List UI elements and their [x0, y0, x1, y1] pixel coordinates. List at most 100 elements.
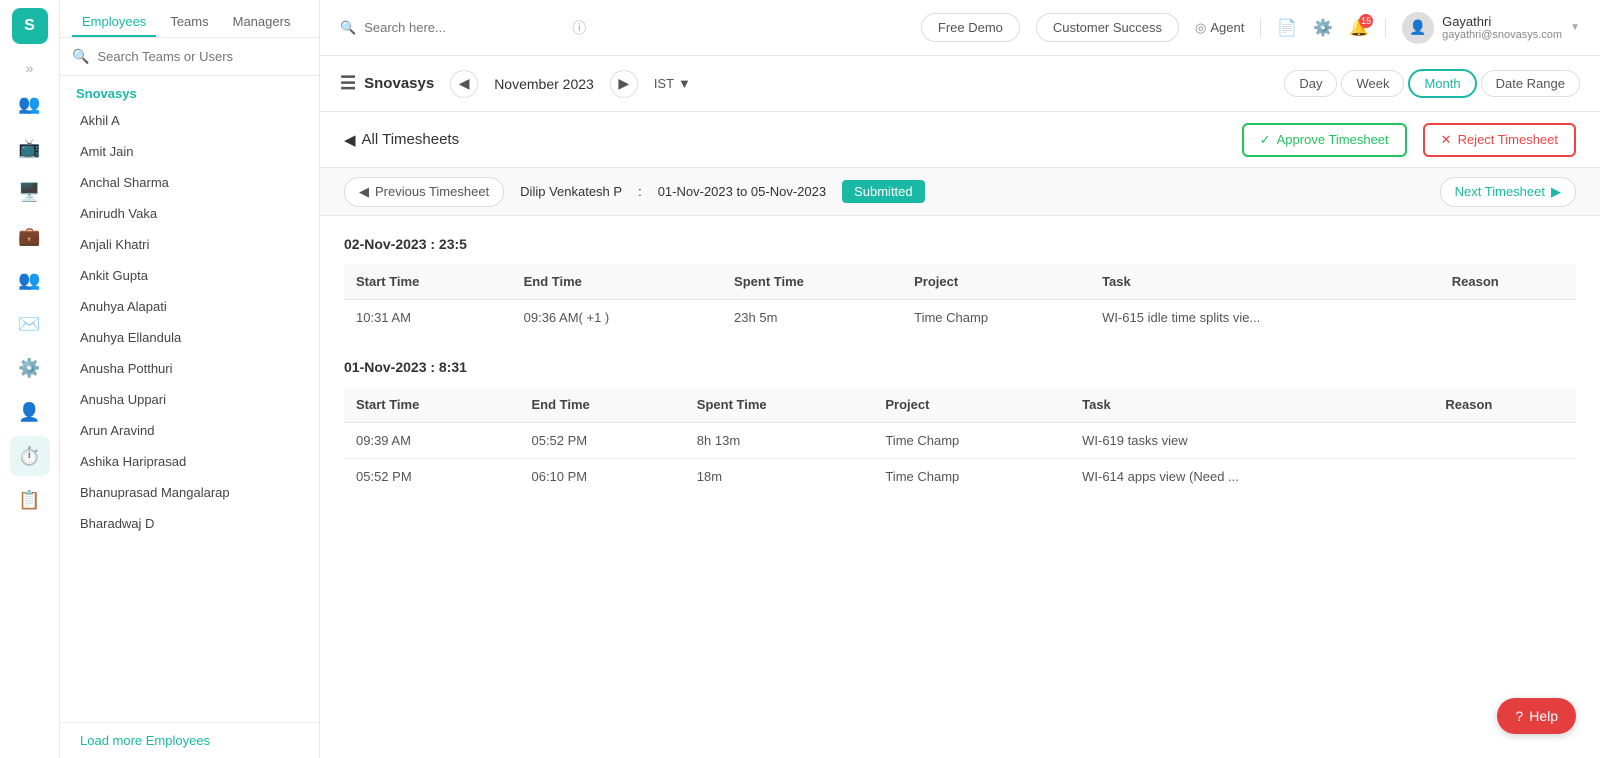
customer-success-button[interactable]: Customer Success: [1036, 13, 1179, 42]
list-item[interactable]: Arun Aravind: [60, 415, 319, 446]
user-email: gayathri@snovasys.com: [1442, 29, 1562, 41]
date-heading: 01-Nov-2023 : 8:31: [344, 359, 1576, 375]
prev-arrow-icon: ◀: [359, 184, 369, 200]
top-header: 🔍 ⓘ Free Demo Customer Success ◎ Agent 📄…: [320, 0, 1600, 56]
tab-teams[interactable]: Teams: [160, 8, 218, 37]
table-cell-start_time: 09:39 AM: [344, 423, 519, 459]
next-timesheet-button[interactable]: Next Timesheet ▶: [1440, 177, 1576, 207]
document-icon-area[interactable]: 📄: [1277, 18, 1297, 38]
previous-timesheet-button[interactable]: ◀ Previous Timesheet: [344, 177, 504, 207]
list-item[interactable]: Anusha Uppari: [60, 384, 319, 415]
nav-icon-team[interactable]: 👥: [10, 260, 50, 300]
nav-icon-users[interactable]: 👥: [10, 84, 50, 124]
list-item[interactable]: Anuhya Ellandula: [60, 322, 319, 353]
table-header: End Time: [512, 264, 722, 300]
all-timesheets-label: All Timesheets: [362, 131, 460, 148]
table-header: Start Time: [344, 387, 519, 423]
help-button[interactable]: ? Help: [1497, 698, 1576, 734]
settings-icon-area[interactable]: ⚙️: [1313, 18, 1333, 38]
nav-icon-briefcase[interactable]: 💼: [10, 216, 50, 256]
view-week-button[interactable]: Week: [1341, 70, 1404, 97]
table-header: Reason: [1440, 264, 1576, 300]
table-row: 05:52 PM06:10 PM18mTime ChampWI-614 apps…: [344, 459, 1576, 495]
list-item[interactable]: Ankit Gupta: [60, 260, 319, 291]
table-header: Reason: [1433, 387, 1576, 423]
expand-nav-icon[interactable]: »: [22, 56, 38, 80]
list-item[interactable]: Anchal Sharma: [60, 167, 319, 198]
top-search-input[interactable]: [364, 20, 564, 35]
table-cell-task: WI-619 tasks view: [1070, 423, 1433, 459]
time-table: Start TimeEnd TimeSpent TimeProjectTaskR…: [344, 387, 1576, 494]
table-cell-spent_time: 8h 13m: [685, 423, 874, 459]
table-row: 09:39 AM05:52 PM8h 13mTime ChampWI-619 t…: [344, 423, 1576, 459]
hamburger-icon[interactable]: ☰: [340, 73, 356, 94]
nav-icon-doc[interactable]: 📋: [10, 480, 50, 520]
agent-label: Agent: [1210, 20, 1244, 35]
approve-timesheet-button[interactable]: ✓ Approve Timesheet: [1242, 123, 1407, 157]
user-avatar: 👤: [1402, 12, 1434, 44]
table-cell-start_time: 05:52 PM: [344, 459, 519, 495]
table-header: Spent Time: [685, 387, 874, 423]
view-controls: Day Week Month Date Range: [1284, 69, 1580, 98]
list-item[interactable]: Anjali Khatri: [60, 229, 319, 260]
prev-month-button[interactable]: ◀: [450, 70, 478, 98]
table-cell-reason: [1433, 459, 1576, 495]
search-input[interactable]: [97, 49, 307, 64]
date-range: 01-Nov-2023 to 05-Nov-2023: [658, 184, 826, 199]
help-icon: ?: [1515, 708, 1523, 724]
nav-icon-person[interactable]: 👤: [10, 392, 50, 432]
table-header: End Time: [519, 387, 684, 423]
timesheet-nav: ◀ Previous Timesheet Dilip Venkatesh P :…: [320, 168, 1600, 216]
notification-icon-area[interactable]: 🔔 15: [1349, 18, 1369, 38]
top-search-area: 🔍 ⓘ: [340, 18, 640, 38]
nav-icon-gear[interactable]: ⚙️: [10, 348, 50, 388]
free-demo-button[interactable]: Free Demo: [921, 13, 1020, 42]
month-display: November 2023: [494, 76, 594, 92]
sidebar: Employees Teams Managers 🔍 Snovasys Akhi…: [60, 0, 320, 758]
table-cell-spent_time: 23h 5m: [722, 300, 902, 336]
search-icon: 🔍: [72, 48, 89, 65]
table-cell-end_time: 06:10 PM: [519, 459, 684, 495]
date-section: 02-Nov-2023 : 23:5Start TimeEnd TimeSpen…: [344, 236, 1576, 335]
nav-icon-mail[interactable]: ✉️: [10, 304, 50, 344]
view-month-button[interactable]: Month: [1408, 69, 1476, 98]
date-heading: 02-Nov-2023 : 23:5: [344, 236, 1576, 252]
agent-area: ◎ Agent: [1195, 20, 1244, 36]
tab-employees[interactable]: Employees: [72, 8, 156, 37]
load-more-employees[interactable]: Load more Employees: [60, 722, 319, 758]
tab-managers[interactable]: Managers: [223, 8, 301, 37]
list-item[interactable]: Ashika Hariprasad: [60, 446, 319, 477]
view-day-button[interactable]: Day: [1284, 70, 1337, 97]
app-logo[interactable]: S: [12, 8, 48, 44]
timezone-label: IST: [654, 76, 674, 91]
view-daterange-button[interactable]: Date Range: [1481, 70, 1580, 97]
list-item[interactable]: Bharadwaj D: [60, 508, 319, 539]
reject-timesheet-button[interactable]: ✕ Reject Timesheet: [1423, 123, 1576, 157]
timezone-selector[interactable]: IST ▼: [654, 76, 691, 91]
list-item[interactable]: Bhanuprasad Mangalarap: [60, 477, 319, 508]
table-header: Spent Time: [722, 264, 902, 300]
info-icon[interactable]: ⓘ: [572, 18, 586, 38]
nav-icon-clock-active[interactable]: ⏱️: [10, 436, 50, 476]
next-month-button[interactable]: ▶: [610, 70, 638, 98]
content-area: 02-Nov-2023 : 23:5Start TimeEnd TimeSpen…: [320, 216, 1600, 758]
previous-label: Previous Timesheet: [375, 184, 489, 199]
list-item[interactable]: Akhil A: [60, 105, 319, 136]
timesheet-header-bar: ☰ Snovasys ◀ November 2023 ▶ IST ▼ Day W…: [320, 56, 1600, 112]
all-timesheets-back[interactable]: ◀ All Timesheets: [344, 131, 459, 149]
list-item[interactable]: Anusha Potthuri: [60, 353, 319, 384]
table-cell-project: Time Champ: [873, 423, 1070, 459]
table-cell-spent_time: 18m: [685, 459, 874, 495]
list-item[interactable]: Amit Jain: [60, 136, 319, 167]
nav-icon-monitor[interactable]: 🖥️: [10, 172, 50, 212]
main-content: 🔍 ⓘ Free Demo Customer Success ◎ Agent 📄…: [320, 0, 1600, 758]
reject-label: Reject Timesheet: [1458, 132, 1558, 147]
list-item[interactable]: Anirudh Vaka: [60, 198, 319, 229]
nav-icon-tv[interactable]: 📺: [10, 128, 50, 168]
user-info[interactable]: 👤 Gayathri gayathri@snovasys.com ▼: [1402, 12, 1580, 44]
list-item[interactable]: Anuhya Alapati: [60, 291, 319, 322]
user-dropdown-icon[interactable]: ▼: [1570, 22, 1580, 33]
icon-nav: S » 👥 📺 🖥️ 💼 👥 ✉️ ⚙️ 👤 ⏱️ 📋: [0, 0, 60, 758]
reject-cross-icon: ✕: [1441, 132, 1452, 148]
next-label: Next Timesheet: [1455, 184, 1545, 199]
